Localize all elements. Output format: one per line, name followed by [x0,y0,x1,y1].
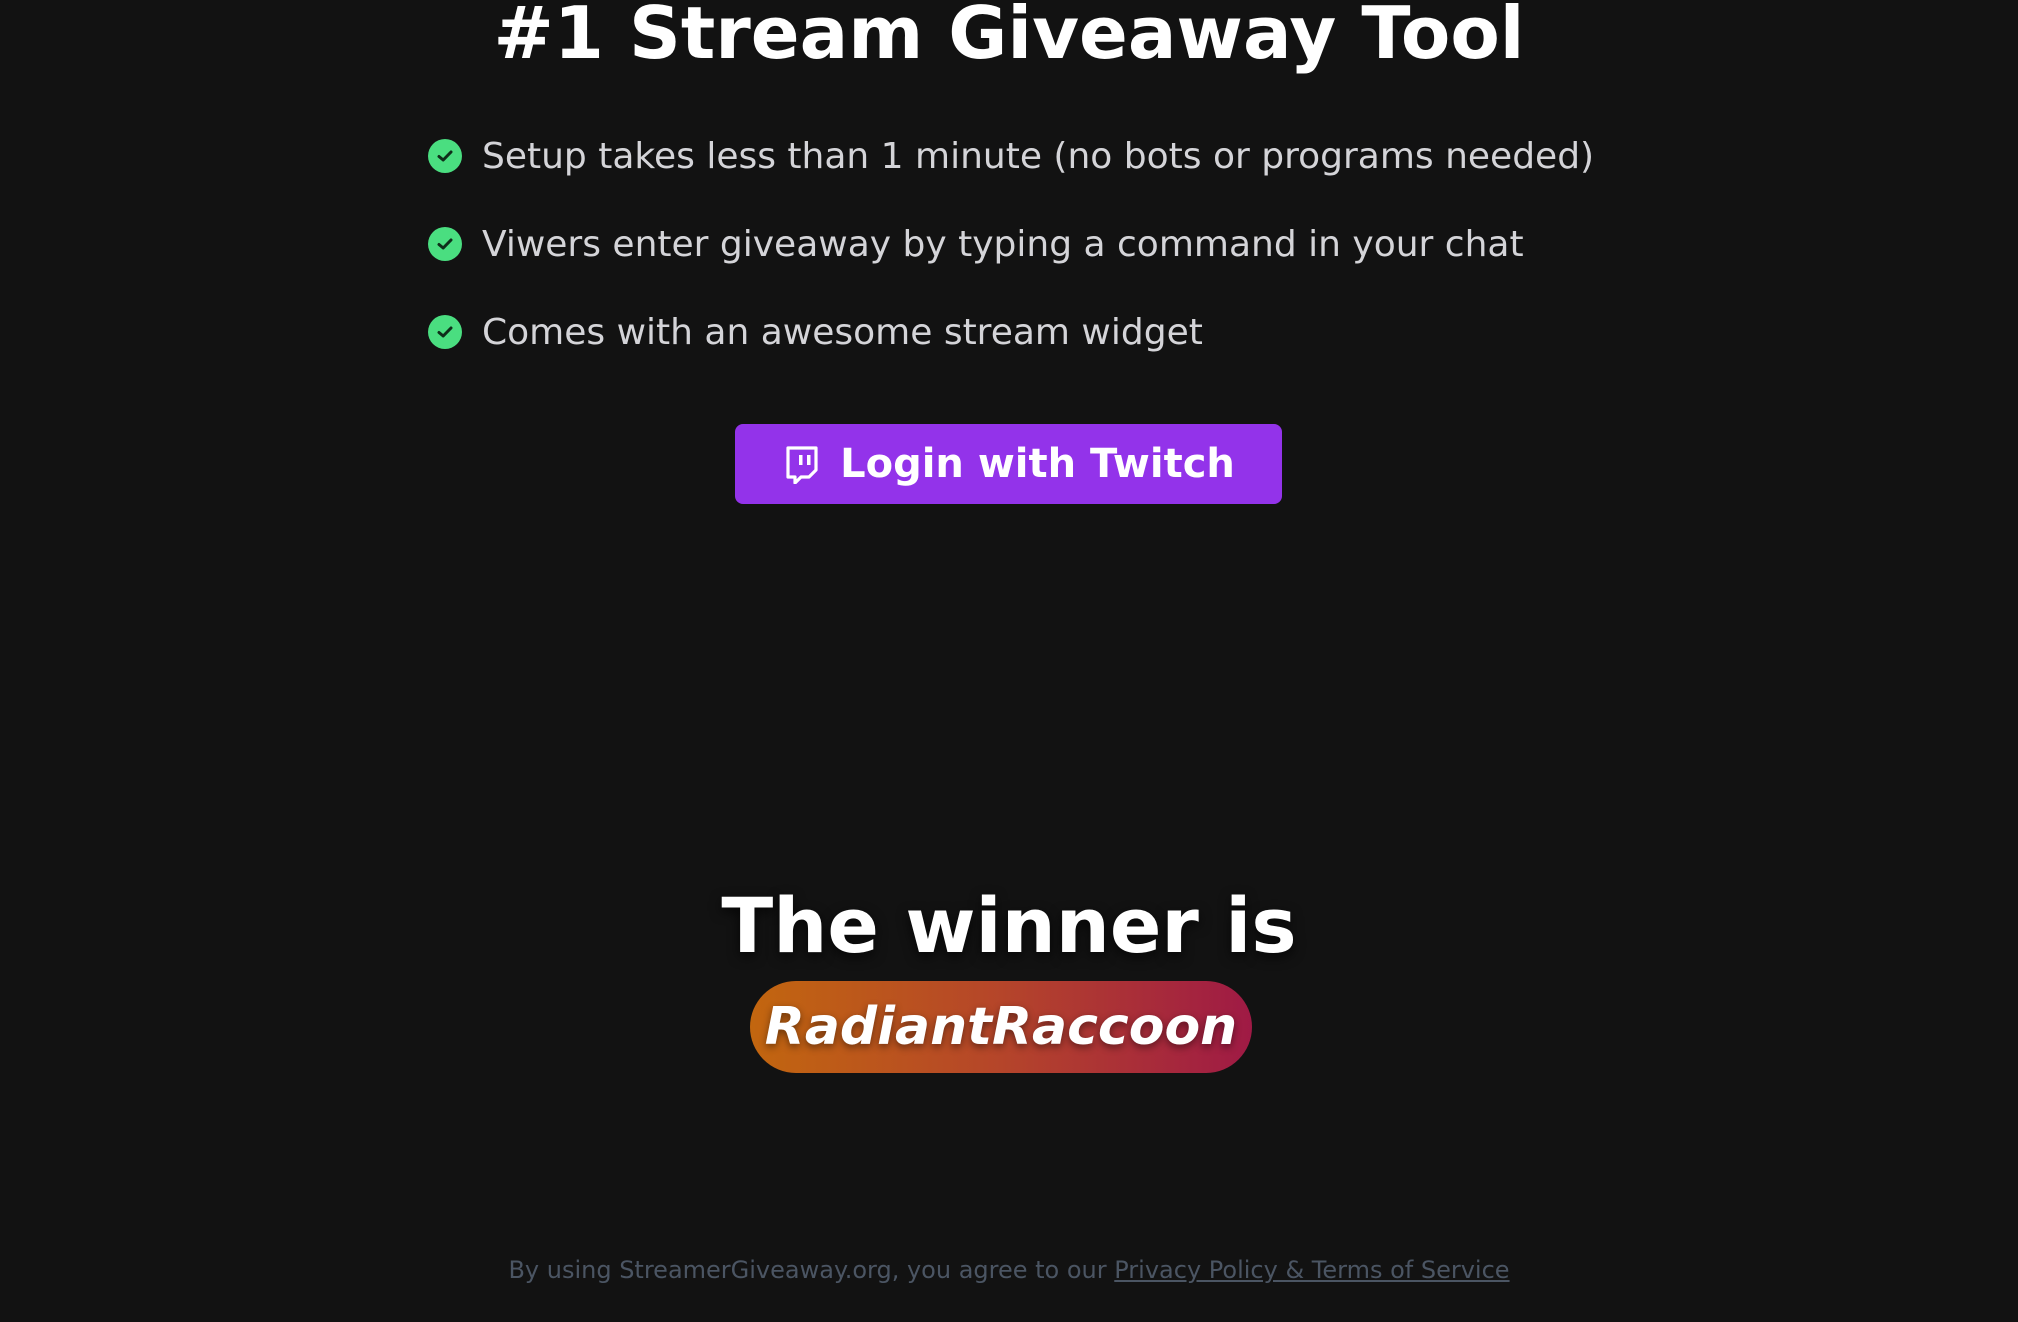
page-title: #1 Stream Giveaway Tool [493,0,1525,75]
winner-name: RadiantRaccoon [764,997,1238,1057]
feature-list: Setup takes less than 1 minute (no bots … [428,128,1594,392]
feature-text: Viwers enter giveaway by typing a comman… [482,223,1524,265]
winner-heading: The winner is [721,881,1297,970]
feature-item: Comes with an awesome stream widget [428,304,1594,360]
check-circle-icon [428,315,462,349]
footer: By using StreamerGiveaway.org, you agree… [0,1256,2018,1284]
feature-text: Comes with an awesome stream widget [482,311,1203,353]
privacy-terms-link[interactable]: Privacy Policy & Terms of Service [1114,1256,1509,1284]
footer-text: By using StreamerGiveaway.org, you agree… [508,1256,1115,1284]
feature-item: Setup takes less than 1 minute (no bots … [428,128,1594,184]
twitch-icon [782,444,822,484]
check-circle-icon [428,227,462,261]
winner-name-badge: RadiantRaccoon [750,981,1252,1073]
feature-text: Setup takes less than 1 minute (no bots … [482,135,1595,177]
login-button-label: Login with Twitch [840,441,1235,487]
feature-item: Viwers enter giveaway by typing a comman… [428,216,1594,272]
login-with-twitch-button[interactable]: Login with Twitch [735,424,1282,504]
check-circle-icon [428,139,462,173]
page: #1 Stream Giveaway Tool Setup takes less… [0,0,2018,1322]
